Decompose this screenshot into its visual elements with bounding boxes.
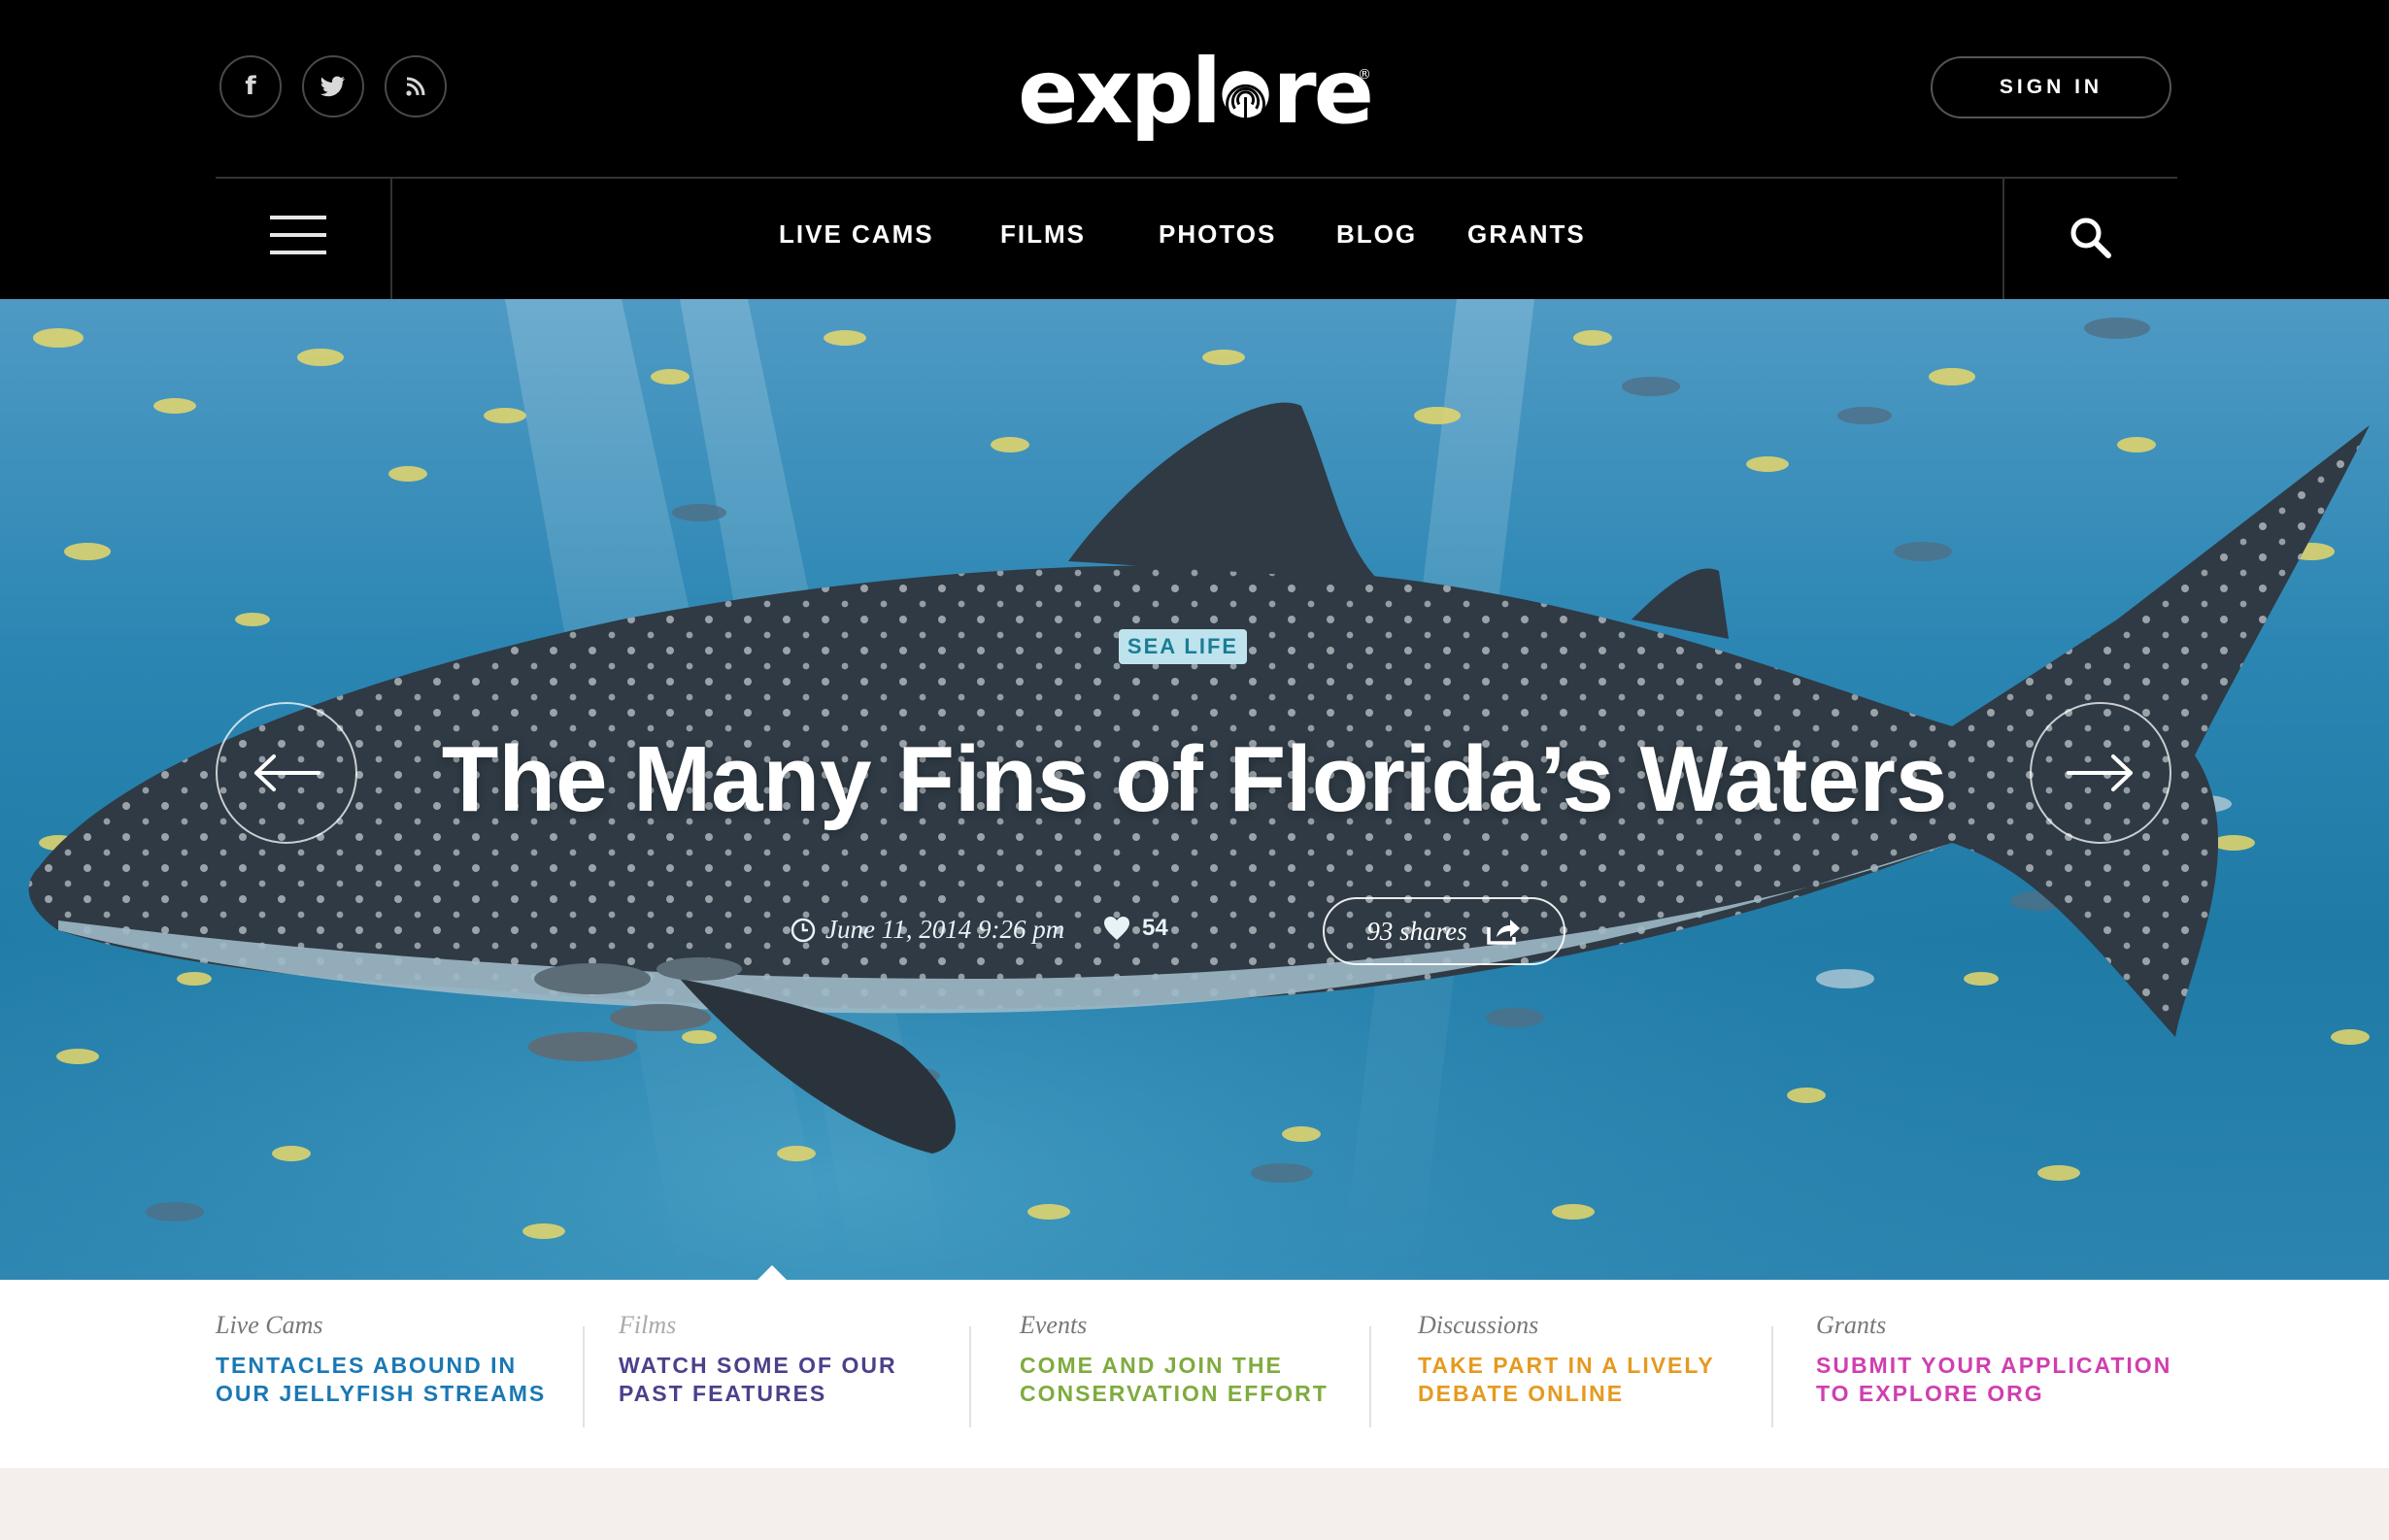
nav-photos[interactable]: PHOTOS (1159, 219, 1276, 250)
explore-logo[interactable]: expl re ® (1018, 39, 1374, 146)
nav-films[interactable]: FILMS (1000, 219, 1086, 250)
search-icon[interactable] (2069, 216, 2111, 258)
feature-title-line: WATCH SOME OF OUR (619, 1353, 897, 1378)
arrow-right-icon (2067, 754, 2133, 791)
nav-grants[interactable]: GRANTS (1467, 219, 1586, 250)
like-count[interactable]: 54 (1103, 915, 1168, 942)
share-icon (1486, 920, 1520, 945)
logo-text-end: re (1272, 40, 1374, 144)
feature-category: Grants (1816, 1311, 1887, 1339)
post-date: June 11, 2014 9:26 pm (791, 915, 1064, 945)
share-button[interactable]: 93 shares (1323, 897, 1565, 965)
feature-title-line: SUBMIT YOUR APPLICATION (1816, 1353, 2172, 1378)
feature-title-line: COME AND JOIN THE (1020, 1353, 1283, 1378)
like-count-text: 54 (1142, 915, 1168, 941)
post-date-text: June 11, 2014 9:26 pm (825, 915, 1065, 944)
page-background (0, 1468, 2389, 1540)
feature-events[interactable]: Events COME AND JOIN THE CONSERVATION EF… (1020, 1311, 1389, 1408)
feature-title-line: PAST FEATURES (619, 1381, 827, 1406)
feature-category: Films (619, 1311, 677, 1339)
feature-divider (969, 1326, 971, 1427)
site-header: f expl re ® SIGN IN LIVE CAMS FILMS PHOT… (0, 0, 2389, 299)
feature-divider (583, 1326, 585, 1427)
feature-discussions[interactable]: Discussions TAKE PART IN A LIVELY DEBATE… (1418, 1311, 1787, 1408)
nav-live-cams[interactable]: LIVE CAMS (779, 219, 934, 250)
hero-banner: SEA LIFE The Many Fins of Florida’s Wate… (0, 299, 2389, 1280)
feature-title[interactable]: WATCH SOME OF OUR PAST FEATURES (619, 1352, 988, 1408)
feature-title[interactable]: SUBMIT YOUR APPLICATION TO EXPLORE ORG (1816, 1352, 2204, 1408)
next-slide-button[interactable] (2030, 702, 2171, 844)
feature-title-line: TENTACLES ABOUND IN (216, 1353, 518, 1378)
feature-title[interactable]: COME AND JOIN THE CONSERVATION EFFORT (1020, 1352, 1389, 1408)
sign-in-button[interactable]: SIGN IN (1931, 56, 2171, 118)
arrow-left-icon (254, 754, 320, 791)
social-links: f (219, 55, 447, 117)
registered-mark: ® (1358, 67, 1371, 83)
facebook-icon[interactable]: f (219, 55, 282, 117)
feature-category: Live Cams (216, 1311, 323, 1339)
feature-title-line: TO EXPLORE ORG (1816, 1381, 2044, 1406)
feature-category: Discussions (1418, 1311, 1539, 1339)
feature-title-line: DEBATE ONLINE (1418, 1381, 1625, 1406)
logo-text-start: expl (1018, 40, 1222, 144)
feature-title[interactable]: TENTACLES ABOUND IN OUR JELLYFISH STREAM… (216, 1352, 585, 1408)
logo-spiral-icon (1222, 71, 1269, 118)
clock-icon (791, 918, 816, 942)
feature-films[interactable]: Films WATCH SOME OF OUR PAST FEATURES (619, 1311, 988, 1408)
heart-icon (1104, 917, 1129, 940)
share-count-text: 93 shares (1366, 916, 1467, 946)
active-slide-indicator (757, 1265, 787, 1280)
category-tag[interactable]: SEA LIFE (1119, 629, 1247, 664)
feature-category: Events (1020, 1311, 1088, 1339)
main-nav: LIVE CAMS FILMS PHOTOS BLOG GRANTS (0, 219, 2389, 254)
twitter-icon[interactable] (302, 55, 364, 117)
feature-grants[interactable]: Grants SUBMIT YOUR APPLICATION TO EXPLOR… (1816, 1311, 2204, 1408)
feature-title-line: TAKE PART IN A LIVELY (1418, 1353, 1715, 1378)
feature-live-cams[interactable]: Live Cams TENTACLES ABOUND IN OUR JELLYF… (216, 1311, 585, 1408)
prev-slide-button[interactable] (216, 702, 357, 844)
rss-icon[interactable] (385, 55, 447, 117)
feature-title-line: CONSERVATION EFFORT (1020, 1381, 1329, 1406)
feature-divider (1369, 1326, 1371, 1427)
nav-blog[interactable]: BLOG (1336, 219, 1417, 250)
nav-divider-line (216, 177, 2177, 179)
feature-title[interactable]: TAKE PART IN A LIVELY DEBATE ONLINE (1418, 1352, 1787, 1408)
feature-divider (1771, 1326, 1773, 1427)
feature-strip: Live Cams TENTACLES ABOUND IN OUR JELLYF… (0, 1280, 2389, 1468)
feature-title-line: OUR JELLYFISH STREAMS (216, 1381, 547, 1406)
